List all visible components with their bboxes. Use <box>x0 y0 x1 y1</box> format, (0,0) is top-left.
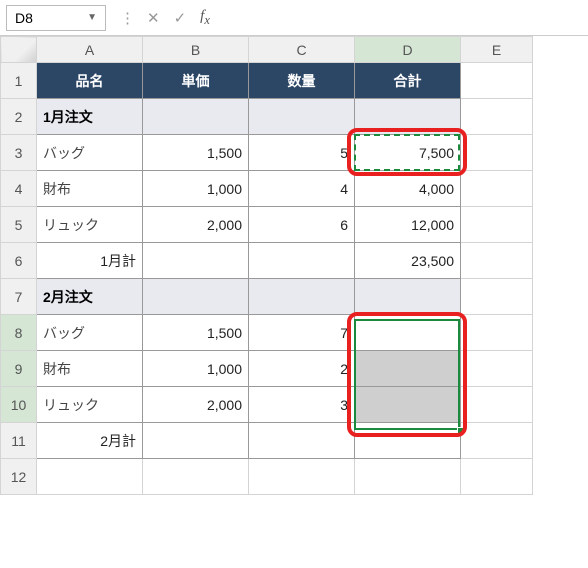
row-header[interactable]: 4 <box>1 171 37 207</box>
cell[interactable]: 単価 <box>143 63 249 99</box>
formula-bar: D8 ▼ ⋮ ✕ ✓ fx <box>0 0 588 36</box>
cell[interactable]: 品名 <box>37 63 143 99</box>
name-box[interactable]: D8 ▼ <box>6 5 106 31</box>
row-header[interactable]: 6 <box>1 243 37 279</box>
col-header-d[interactable]: D <box>355 37 461 63</box>
cell[interactable] <box>143 459 249 495</box>
cell-selected[interactable] <box>355 387 461 423</box>
cell[interactable]: 4,000 <box>355 171 461 207</box>
enter-icon[interactable]: ✓ <box>174 9 187 27</box>
cell[interactable] <box>461 351 533 387</box>
cell[interactable]: 数量 <box>249 63 355 99</box>
cell[interactable] <box>249 423 355 459</box>
cell[interactable] <box>249 243 355 279</box>
row-header[interactable]: 5 <box>1 207 37 243</box>
col-header-c[interactable]: C <box>249 37 355 63</box>
cell[interactable] <box>355 99 461 135</box>
cell[interactable] <box>143 99 249 135</box>
name-box-value: D8 <box>15 10 33 26</box>
cell[interactable]: 6 <box>249 207 355 243</box>
cell[interactable]: 財布 <box>37 351 143 387</box>
fx-icon[interactable]: fx <box>200 8 210 28</box>
cell[interactable] <box>461 171 533 207</box>
cell[interactable] <box>37 459 143 495</box>
row-header[interactable]: 2 <box>1 99 37 135</box>
cell[interactable]: 2,000 <box>143 207 249 243</box>
row-header[interactable]: 11 <box>1 423 37 459</box>
col-header-e[interactable]: E <box>461 37 533 63</box>
cell[interactable]: 1,000 <box>143 171 249 207</box>
cell[interactable] <box>461 387 533 423</box>
cancel-icon[interactable]: ✕ <box>147 9 160 27</box>
row-header[interactable]: 12 <box>1 459 37 495</box>
cell[interactable]: 7,500 <box>355 135 461 171</box>
grid[interactable]: A B C D E 1 品名 単価 数量 合計 2 1月注文 3 バッグ 1,5… <box>0 36 533 495</box>
cell[interactable]: 23,500 <box>355 243 461 279</box>
formula-controls: ⋮ ✕ ✓ fx <box>114 8 216 28</box>
cell[interactable]: 合計 <box>355 63 461 99</box>
col-header-a[interactable]: A <box>37 37 143 63</box>
cell[interactable]: 3 <box>249 387 355 423</box>
cell[interactable]: 2月計 <box>37 423 143 459</box>
cell[interactable]: リュック <box>37 387 143 423</box>
cell[interactable] <box>143 243 249 279</box>
cell[interactable]: 1,500 <box>143 135 249 171</box>
cell[interactable]: バッグ <box>37 315 143 351</box>
row-header[interactable]: 7 <box>1 279 37 315</box>
cell[interactable]: 1月注文 <box>37 99 143 135</box>
row-header[interactable]: 8 <box>1 315 37 351</box>
cell[interactable] <box>461 315 533 351</box>
cell-selected[interactable] <box>355 351 461 387</box>
cell[interactable] <box>461 63 533 99</box>
row-header[interactable]: 3 <box>1 135 37 171</box>
cell[interactable] <box>249 459 355 495</box>
cell[interactable] <box>461 459 533 495</box>
cell[interactable]: 2 <box>249 351 355 387</box>
cell[interactable] <box>143 423 249 459</box>
row-header[interactable]: 10 <box>1 387 37 423</box>
cell[interactable] <box>355 423 461 459</box>
select-all-corner[interactable] <box>1 37 37 63</box>
cell[interactable] <box>461 207 533 243</box>
cell[interactable] <box>461 243 533 279</box>
cell[interactable]: 2月注文 <box>37 279 143 315</box>
cell[interactable] <box>461 135 533 171</box>
formula-input[interactable] <box>224 5 582 31</box>
cell[interactable]: 7 <box>249 315 355 351</box>
cell-active[interactable] <box>355 315 461 351</box>
cell[interactable]: 12,000 <box>355 207 461 243</box>
cell[interactable] <box>143 279 249 315</box>
cell[interactable] <box>461 423 533 459</box>
expand-icon[interactable]: ⋮ <box>120 9 133 27</box>
cell[interactable] <box>249 99 355 135</box>
cell[interactable] <box>249 279 355 315</box>
row-header[interactable]: 9 <box>1 351 37 387</box>
cell[interactable] <box>355 459 461 495</box>
cell[interactable] <box>355 279 461 315</box>
cell[interactable]: 2,000 <box>143 387 249 423</box>
cell[interactable]: 1,500 <box>143 315 249 351</box>
cell[interactable]: バッグ <box>37 135 143 171</box>
cell[interactable]: 5 <box>249 135 355 171</box>
cell[interactable] <box>461 279 533 315</box>
cell[interactable]: 財布 <box>37 171 143 207</box>
cell[interactable]: 1月計 <box>37 243 143 279</box>
col-header-b[interactable]: B <box>143 37 249 63</box>
cell[interactable]: 4 <box>249 171 355 207</box>
chevron-down-icon: ▼ <box>87 12 97 23</box>
spreadsheet: A B C D E 1 品名 単価 数量 合計 2 1月注文 3 バッグ 1,5… <box>0 36 588 495</box>
cell[interactable]: リュック <box>37 207 143 243</box>
cell[interactable] <box>461 99 533 135</box>
row-header[interactable]: 1 <box>1 63 37 99</box>
cell[interactable]: 1,000 <box>143 351 249 387</box>
